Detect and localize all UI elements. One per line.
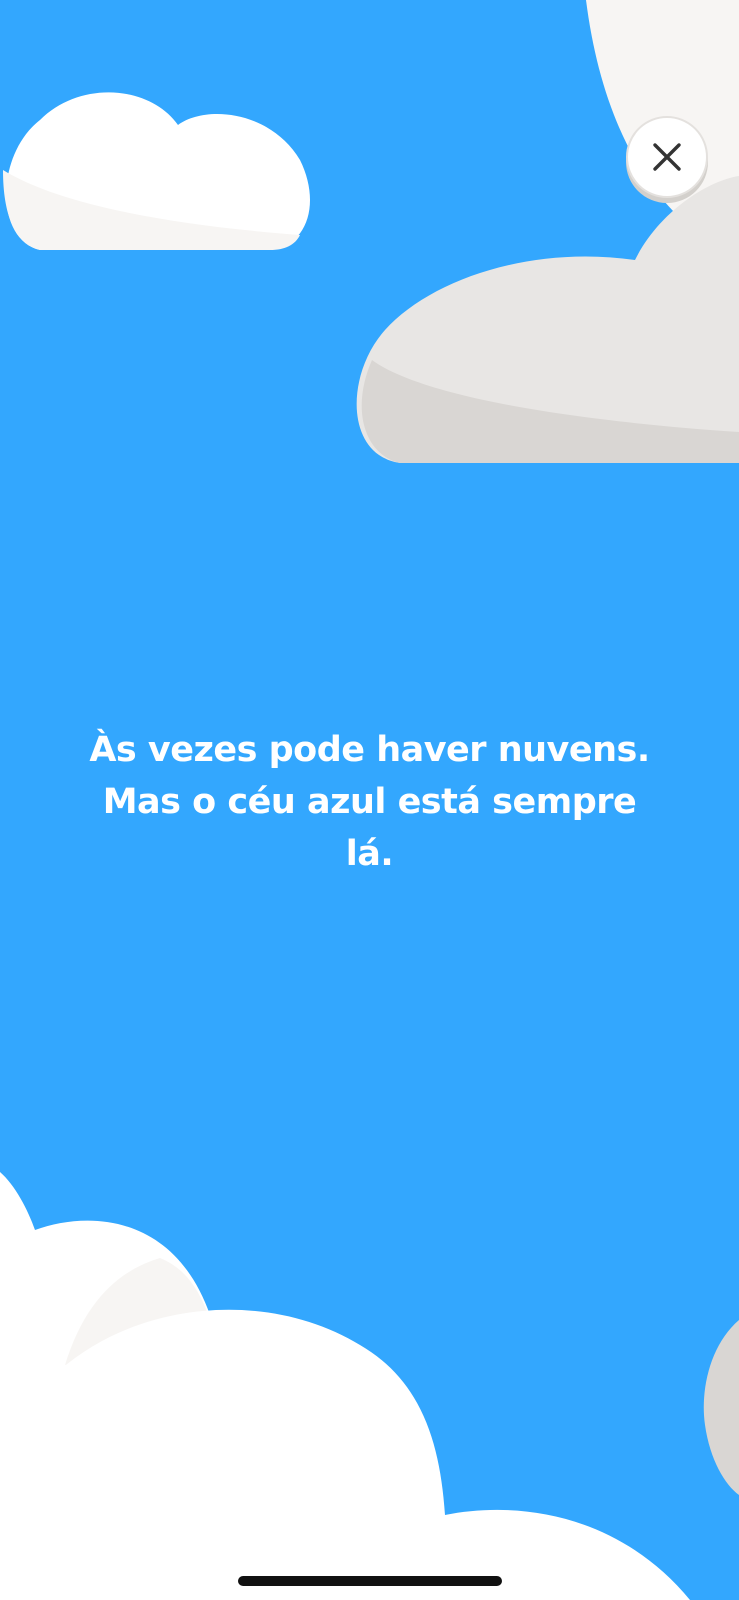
close-button[interactable] <box>626 116 708 198</box>
cloud-bottom-left <box>0 1172 690 1600</box>
home-indicator[interactable] <box>238 1576 502 1586</box>
sky-scene: Às vezes pode haver nuvens. Mas o céu az… <box>0 0 739 1600</box>
close-icon <box>653 143 681 171</box>
message-text: Às vezes pode haver nuvens. Mas o céu az… <box>89 730 650 874</box>
cloud-top-left <box>3 92 310 250</box>
cloud-bottom-right <box>703 1320 739 1495</box>
cloud-middle-right <box>356 176 739 463</box>
